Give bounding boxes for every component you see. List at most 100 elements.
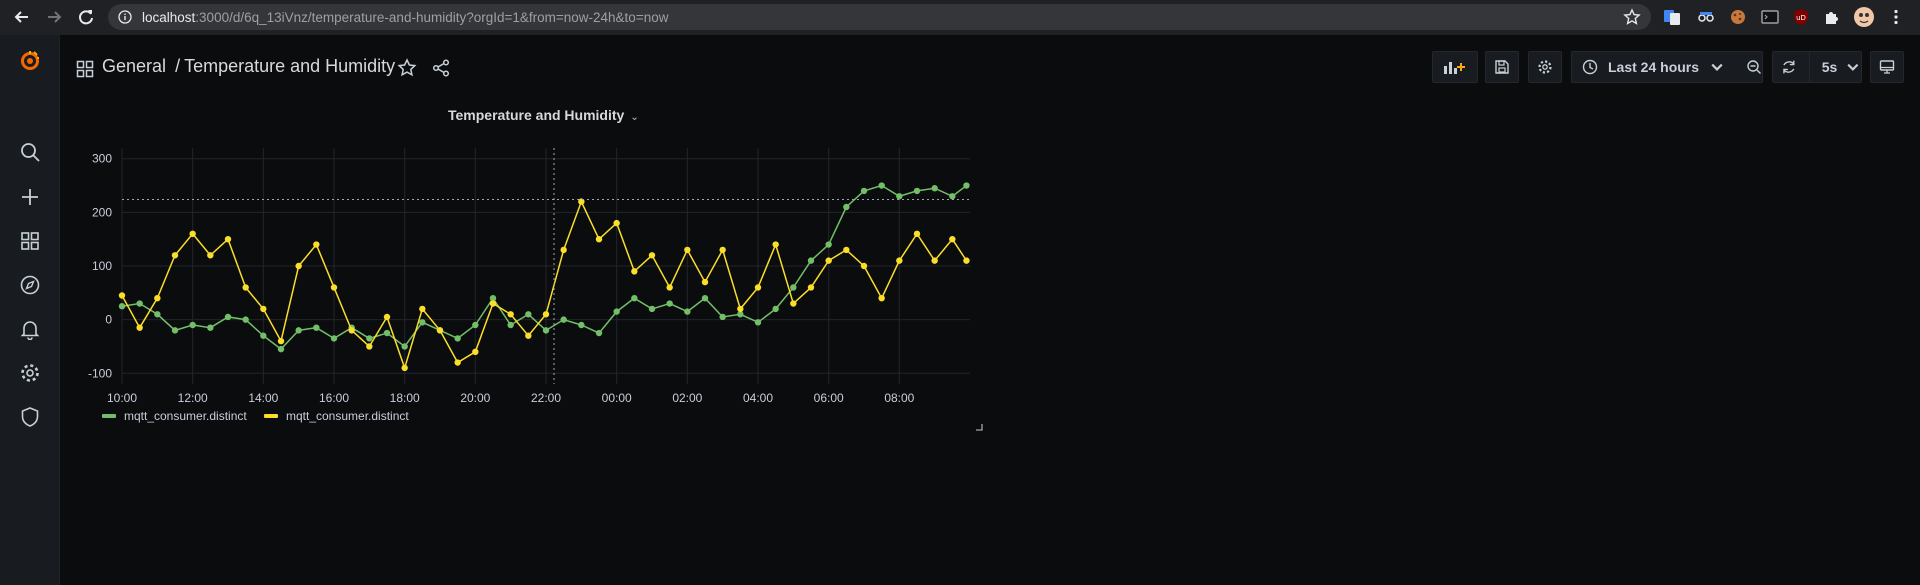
- x-tick-label: 18:00: [390, 391, 420, 405]
- page-title[interactable]: Temperature and Humidity: [184, 56, 395, 76]
- series-0-point: [454, 335, 461, 342]
- shield-icon[interactable]: [19, 406, 41, 428]
- refresh-icon: [1783, 60, 1795, 74]
- favorite-star-icon[interactable]: [397, 58, 417, 78]
- plus-icon[interactable]: [19, 186, 41, 208]
- series-0-point: [419, 319, 426, 326]
- series-0-point: [913, 187, 921, 195]
- series-1-point: [790, 300, 797, 307]
- y-tick-label: 0: [105, 313, 112, 327]
- add-panel-button[interactable]: [1432, 51, 1478, 83]
- x-tick-label: 02:00: [672, 391, 702, 405]
- series-1-point: [118, 292, 126, 299]
- series-0-point: [383, 329, 391, 337]
- series-0-point: [578, 321, 585, 329]
- dashboard-settings-button[interactable]: [1528, 51, 1562, 83]
- profile-avatar[interactable]: [1852, 5, 1876, 29]
- series-1-point: [277, 337, 285, 345]
- series-1-point: [189, 230, 196, 238]
- dashboards-icon[interactable]: [19, 230, 41, 252]
- time-range-label: Last 24 hours: [1608, 59, 1700, 75]
- breadcrumb-folder[interactable]: General: [102, 56, 166, 76]
- bookmark-star-icon[interactable]: [1623, 8, 1641, 26]
- chart-series: [118, 182, 970, 372]
- panel-resize-handle[interactable]: [975, 423, 983, 431]
- address-bar[interactable]: localhost:3000/d/6q_13iVnz/temperature-a…: [108, 4, 1651, 30]
- ublock-extension-icon[interactable]: uD: [1791, 7, 1811, 27]
- series-0-point: [896, 193, 903, 200]
- series-1-point: [295, 262, 302, 270]
- series-0-point: [277, 345, 285, 353]
- x-tick-label: 08:00: [884, 391, 914, 405]
- search-icon[interactable]: [19, 141, 41, 163]
- cookie-extension-icon[interactable]: [1728, 7, 1748, 27]
- series-1-point: [313, 241, 320, 248]
- series-1-point: [560, 246, 567, 254]
- translate-extension-icon[interactable]: [1662, 7, 1682, 27]
- y-tick-label: -100: [88, 366, 112, 380]
- series-1-point: [348, 327, 355, 334]
- time-series-chart[interactable]: 300 200 100 0 -100 10:00 12:00 14:00 16:00 18:00…: [70, 140, 990, 430]
- grafana-logo-icon[interactable]: [19, 49, 41, 71]
- legend-item-0[interactable]: mqtt_consumer.distinct: [102, 409, 247, 423]
- series-1-point: [631, 268, 638, 275]
- zoom-out-button[interactable]: [1737, 51, 1771, 83]
- zoom-out-icon: [1747, 60, 1761, 74]
- series-1-point: [207, 252, 214, 259]
- series-0-point: [154, 311, 161, 318]
- forward-arrow-icon[interactable]: [42, 5, 66, 29]
- chart-grid: [121, 148, 970, 384]
- series-0-point: [790, 284, 797, 291]
- series-1-point: [684, 246, 691, 254]
- y-tick-label: 300: [92, 152, 112, 166]
- browser-toolbar: localhost:3000/d/6q_13iVnz/temperature-a…: [0, 0, 1920, 35]
- save-dashboard-button[interactable]: [1485, 51, 1519, 83]
- monitor-icon: [1879, 60, 1895, 74]
- info-icon[interactable]: [118, 10, 132, 24]
- series-0-point: [666, 300, 673, 307]
- tv-mode-button[interactable]: [1870, 51, 1904, 83]
- sidebar: [0, 35, 60, 585]
- series-1-point: [224, 235, 232, 243]
- series-0-point: [472, 321, 479, 329]
- gear-icon[interactable]: [19, 362, 41, 384]
- refresh-interval-label[interactable]: 5s: [1822, 59, 1838, 75]
- series-1-point: [489, 300, 497, 307]
- series-0-point: [401, 343, 408, 350]
- legend-label: mqtt_consumer.distinct: [286, 409, 409, 423]
- series-0-point: [242, 316, 249, 323]
- series-1-point: [366, 343, 373, 350]
- series-0-point: [825, 241, 832, 248]
- series-0-point: [631, 294, 638, 302]
- series-0-point: [843, 203, 850, 211]
- back-arrow-icon[interactable]: [10, 5, 34, 29]
- incognito-extension-icon[interactable]: [1696, 7, 1716, 27]
- series-1-point: [772, 241, 779, 248]
- save-icon: [1495, 60, 1509, 74]
- series-0-point: [136, 300, 143, 307]
- series-0-point: [118, 303, 126, 310]
- gear-icon: [1538, 60, 1552, 74]
- legend-label: mqtt_consumer.distinct: [124, 409, 247, 423]
- x-tick-label: 12:00: [178, 391, 208, 405]
- compass-icon[interactable]: [19, 274, 41, 296]
- refresh-button[interactable]: 5s: [1772, 51, 1862, 83]
- terminal-extension-icon[interactable]: [1760, 7, 1780, 27]
- series-0-point: [878, 182, 885, 189]
- series-0-point: [931, 185, 938, 192]
- series-0-point: [224, 313, 232, 321]
- chevron-down-icon: ⌄: [630, 112, 639, 123]
- chevron-down-icon: [1847, 63, 1859, 71]
- puzzle-extensions-icon[interactable]: [1822, 7, 1842, 27]
- legend-item-1[interactable]: mqtt_consumer.distinct: [264, 409, 409, 423]
- series-0-point: [860, 187, 868, 195]
- bell-icon[interactable]: [19, 318, 41, 340]
- url-text: localhost:3000/d/6q_13iVnz/temperature-a…: [142, 9, 669, 25]
- reload-icon[interactable]: [74, 5, 98, 29]
- panel-title[interactable]: Temperature and Humidity ⌄: [448, 107, 639, 123]
- share-icon[interactable]: [431, 58, 451, 78]
- series-0-point: [719, 313, 726, 321]
- time-range-picker[interactable]: Last 24 hours: [1571, 51, 1763, 83]
- series-1-point: [525, 332, 532, 339]
- kebab-menu-icon[interactable]: [1886, 7, 1906, 27]
